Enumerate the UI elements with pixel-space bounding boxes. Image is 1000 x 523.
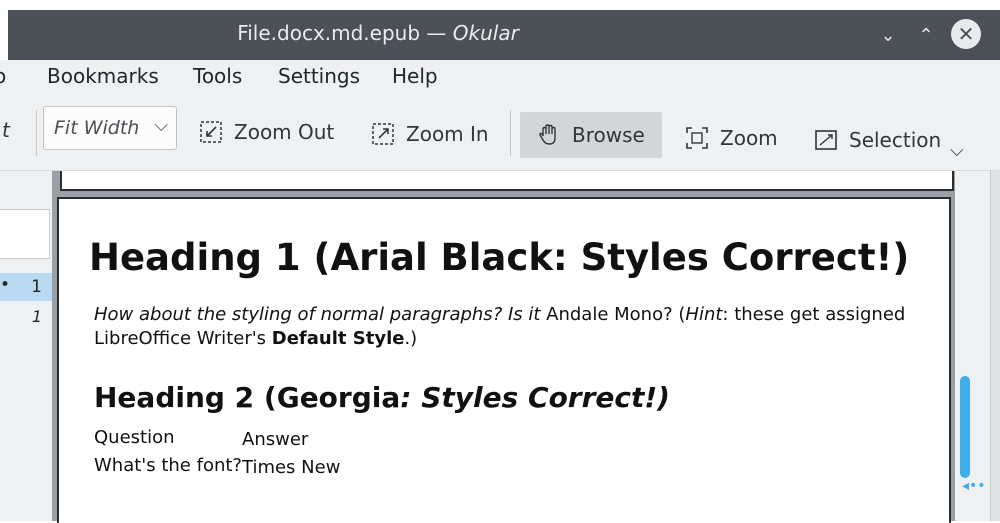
chevron-down-icon: ⌄	[880, 25, 896, 46]
heading-2-plain: Heading 2 (Georgia	[94, 381, 401, 414]
sidebar-page-row[interactable]: • 1	[0, 273, 52, 301]
zoom-out-icon	[198, 119, 224, 145]
table-cell: Times New	[242, 457, 341, 478]
hand-icon	[536, 122, 562, 148]
selection-tool-button[interactable]: Selection	[803, 117, 951, 163]
menu-settings[interactable]: Settings	[278, 64, 360, 88]
paragraph-hint: Hint	[685, 304, 723, 325]
browse-tool-button[interactable]: Browse	[520, 112, 662, 158]
selected-dot-icon: •	[0, 275, 11, 295]
paragraph-bold: Default Style	[271, 328, 405, 349]
previous-page	[60, 171, 954, 191]
sidebar-panel: • 1 1	[0, 171, 53, 521]
zoom-out-label: Zoom Out	[234, 120, 335, 144]
browse-label: Browse	[572, 123, 645, 147]
zoom-in-button[interactable]: Zoom In	[360, 111, 499, 157]
minimize-button[interactable]: ⌄	[876, 24, 900, 48]
chevron-up-icon: ⌃	[918, 25, 934, 46]
zoom-out-button[interactable]: Zoom Out	[188, 109, 344, 155]
menu-go[interactable]: o	[0, 64, 6, 88]
zoom-level-value: Fit Width	[54, 117, 140, 139]
menu-bookmarks[interactable]: Bookmarks	[47, 64, 159, 88]
title-app: Okular	[452, 21, 519, 45]
right-panel-edge	[990, 171, 1000, 521]
maximize-button[interactable]: ⌃	[914, 24, 938, 48]
sidebar-page-row[interactable]: 1	[0, 303, 52, 331]
selection-label: Selection	[849, 128, 942, 152]
zoom-level-combo[interactable]: Fit Width ⌵	[43, 106, 177, 150]
page-number: 1	[31, 307, 42, 326]
table-header: Answer	[242, 429, 309, 450]
paragraph-mid: Andale Mono? (	[540, 304, 686, 325]
sidebar-search-input[interactable]	[0, 209, 50, 259]
toolbar-separator	[510, 110, 511, 156]
title-file: File.docx.md.epub	[237, 21, 421, 45]
zoom-in-icon	[370, 121, 396, 147]
heading-1: Heading 1 (Arial Black: Styles Correct!)	[89, 236, 910, 279]
page-number: 1	[31, 277, 42, 297]
toolbar-overflow-icon[interactable]: ⌵	[950, 140, 964, 161]
zoom-tool-icon	[684, 125, 710, 151]
main-toolbar: t Fit Width ⌵ Zoom Out Zoom In Browse Zo…	[0, 98, 1000, 171]
title-separator: —	[420, 21, 453, 45]
menu-tools[interactable]: Tools	[193, 64, 242, 88]
selection-icon	[813, 127, 839, 153]
zoom-tool-button[interactable]: Zoom	[674, 115, 788, 161]
table-header: Question	[94, 427, 175, 448]
close-icon: ✕	[957, 22, 975, 46]
document-page: Heading 1 (Arial Black: Styles Correct!)…	[57, 197, 951, 523]
heading-2: Heading 2 (Georgia: Styles Correct!)	[94, 381, 670, 414]
heading-2-italic: : Styles Correct!)	[400, 381, 670, 414]
title-bar: File.docx.md.epub — Okular ⌄ ⌃ ✕	[8, 10, 1000, 60]
paragraph-end: .)	[404, 328, 418, 349]
normal-paragraph: How about the styling of normal paragrap…	[94, 303, 934, 351]
zoom-in-label: Zoom In	[406, 122, 489, 146]
chevron-down-icon: ⌵	[154, 115, 168, 136]
window-title: File.docx.md.epub — Okular	[8, 10, 748, 60]
zoom-tool-label: Zoom	[720, 126, 778, 150]
scrollbar-thumb[interactable]	[960, 376, 970, 478]
table-cell: What's the font?	[94, 455, 242, 476]
scroll-position-indicator: ◂••	[962, 478, 986, 494]
toolbar-partial-label[interactable]: t	[2, 118, 10, 142]
menu-bar: o Bookmarks Tools Settings Help	[0, 60, 1000, 98]
close-button[interactable]: ✕	[951, 19, 981, 49]
menu-help[interactable]: Help	[392, 64, 438, 88]
paragraph-lead: How about the styling of normal paragrap…	[94, 304, 541, 325]
toolbar-separator	[36, 110, 37, 156]
document-viewport[interactable]: Heading 1 (Arial Black: Styles Correct!)…	[52, 171, 955, 523]
